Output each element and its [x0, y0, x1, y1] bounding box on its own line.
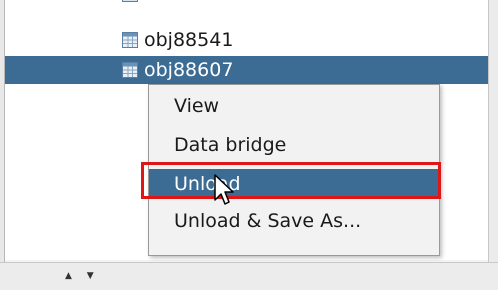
tree-item-obj88607[interactable]: obj88607 [5, 56, 488, 84]
table-icon [122, 0, 138, 2]
tree-item-partial[interactable] [5, 0, 488, 8]
menu-item-view[interactable]: View [149, 91, 439, 121]
table-icon [122, 32, 138, 48]
tree-item-label: obj88607 [144, 59, 234, 81]
tree-item-label: obj88541 [144, 29, 234, 51]
menu-item-unload-save-as[interactable]: Unload & Save As... [149, 206, 439, 236]
context-menu: View Data bridge Unload Unload & Save As… [148, 84, 440, 256]
status-bar: ▲ ▼ [0, 262, 498, 290]
menu-item-data-bridge[interactable]: Data bridge [149, 130, 439, 160]
scroll-arrows-icon[interactable]: ▲ ▼ [65, 271, 100, 281]
menu-item-unload[interactable]: Unload [149, 169, 439, 199]
menu-item-label: Data bridge [174, 134, 287, 156]
tree-item-obj88541[interactable]: obj88541 [5, 26, 488, 54]
menu-item-label: Unload [174, 173, 241, 195]
menu-item-label: View [174, 95, 220, 117]
menu-item-label: Unload & Save As... [174, 210, 362, 232]
table-icon [122, 62, 138, 78]
vertical-scrollbar[interactable] [488, 0, 498, 289]
